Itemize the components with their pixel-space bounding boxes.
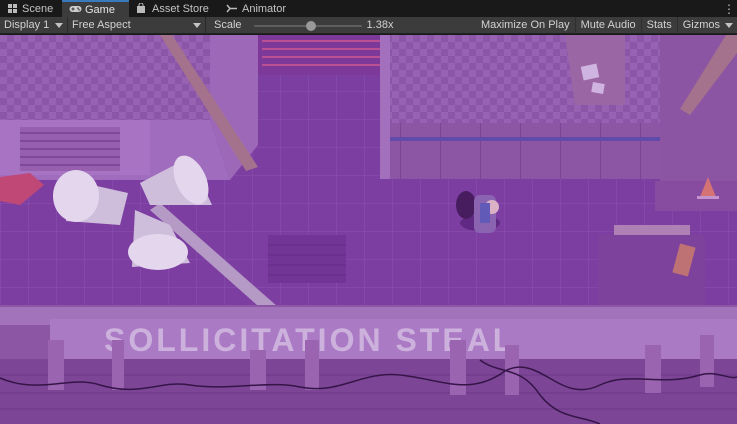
- scale-value: 1.38x: [366, 19, 394, 31]
- gamepad-icon: [69, 4, 82, 15]
- display-dropdown-value: Display 1: [4, 19, 50, 31]
- chevron-down-icon: [193, 22, 201, 28]
- tab-animator[interactable]: Animator: [219, 0, 304, 17]
- maximize-on-play-label: Maximize On Play: [480, 19, 570, 31]
- tab-menu-button[interactable]: ⋮: [721, 0, 737, 17]
- chevron-down-icon: [55, 22, 64, 28]
- editor-tab-bar: Scene Game Asset Store Animator ⋮: [0, 0, 737, 17]
- aspect-dropdown-value: Free Aspect: [72, 19, 131, 31]
- scale-slider[interactable]: [253, 17, 362, 34]
- maximize-on-play-toggle[interactable]: Maximize On Play: [476, 17, 575, 34]
- mute-audio-label: Mute Audio: [580, 19, 636, 31]
- display-dropdown[interactable]: Display 1: [0, 17, 67, 34]
- tab-label: Animator: [242, 2, 287, 15]
- scale-control: Scale 1.38x: [206, 17, 393, 34]
- color-tint-overlay: [0, 35, 737, 424]
- grid-icon: [7, 3, 18, 14]
- tab-label: Scene: [22, 2, 54, 15]
- gizmos-dropdown[interactable]: Gizmos: [676, 16, 737, 34]
- tab-scene[interactable]: Scene: [0, 0, 62, 17]
- stats-toggle[interactable]: Stats: [640, 16, 677, 34]
- more-vertical-icon: ⋮: [723, 1, 735, 16]
- mute-audio-toggle[interactable]: Mute Audio: [574, 16, 641, 34]
- toolbar-right-group: Maximize On Play Mute Audio Stats Gizmos: [476, 16, 737, 34]
- tab-asset-store[interactable]: Asset Store: [129, 0, 219, 17]
- slider-thumb[interactable]: [305, 20, 316, 31]
- animator-icon: [226, 3, 238, 14]
- chevron-down-icon: [725, 22, 733, 28]
- stats-label: Stats: [646, 19, 672, 31]
- tab-label: Game: [85, 3, 115, 16]
- gizmos-label: Gizmos: [682, 19, 720, 31]
- shopping-bag-icon: [136, 2, 148, 14]
- aspect-dropdown[interactable]: Free Aspect: [68, 17, 205, 34]
- game-view-toolbar: Display 1 Free Aspect Scale 1.38x Maximi…: [0, 16, 737, 34]
- tab-game[interactable]: Game: [62, 0, 129, 17]
- scale-label: Scale: [214, 19, 242, 31]
- game-viewport[interactable]: SOLLICITATION STEAL: [0, 35, 737, 424]
- tab-label: Asset Store: [152, 2, 209, 15]
- game-render: SOLLICITATION STEAL: [0, 35, 737, 424]
